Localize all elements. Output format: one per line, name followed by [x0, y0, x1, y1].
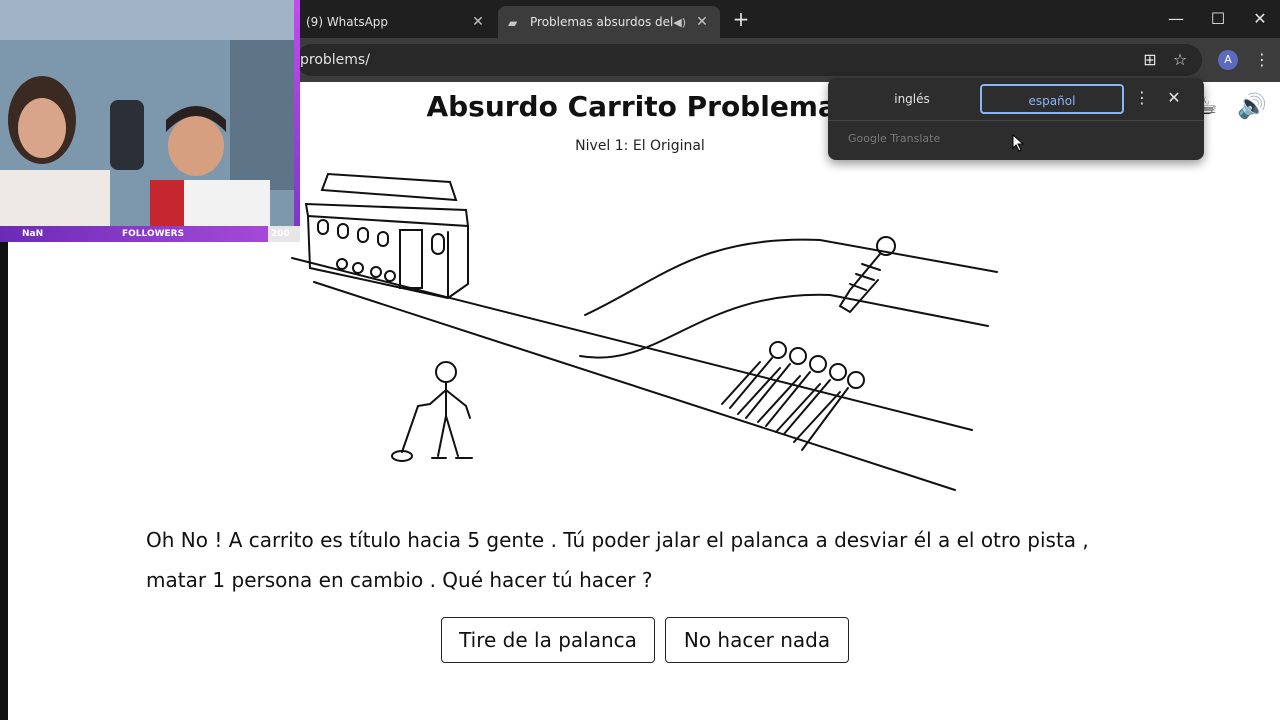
- pull-lever-button[interactable]: Tire de la palanca: [441, 617, 655, 663]
- source-language-tab[interactable]: inglés: [844, 84, 980, 114]
- speaker-icon[interactable]: ◀): [673, 16, 686, 29]
- main-track-rail: [291, 257, 973, 431]
- trolley-illustration: [291, 172, 998, 491]
- close-icon[interactable]: ✕: [694, 14, 710, 30]
- target-language-tab[interactable]: español: [980, 84, 1124, 114]
- trolley-car: [304, 172, 470, 300]
- profile-avatar[interactable]: A: [1218, 50, 1238, 70]
- close-window-button[interactable]: ✕: [1240, 6, 1280, 32]
- close-icon[interactable]: ✕: [470, 14, 486, 30]
- dilemma-question: Oh No ! A carrito es título hacia 5 gent…: [146, 520, 1146, 600]
- address-bar[interactable]: problems/: [296, 44, 1202, 76]
- tab-title: (9) WhatsApp: [306, 15, 389, 29]
- divider: [828, 120, 1204, 121]
- webcam-overlay: [0, 0, 298, 226]
- five-people-main-track: [721, 341, 865, 451]
- tab-whatsapp[interactable]: (9) WhatsApp ✕: [296, 6, 496, 38]
- lever-man: [391, 361, 473, 462]
- translate-icon[interactable]: ⊞: [1138, 48, 1162, 72]
- question-line: Oh No ! A carrito es título hacia 5 gent…: [146, 528, 1089, 552]
- tab-title: Problemas absurdos del tra: [530, 15, 674, 29]
- followers-bar: NaN FOLLOWERS 200: [0, 226, 300, 242]
- new-tab-button[interactable]: +: [730, 8, 752, 30]
- page-icons: ☕ 🔊: [1196, 92, 1267, 120]
- followers-label: FOLLOWERS: [122, 229, 185, 239]
- minimize-button[interactable]: —: [1156, 6, 1196, 32]
- menu-icon[interactable]: ⋮: [1250, 48, 1274, 72]
- mouse-cursor-icon: [1012, 134, 1025, 152]
- tab-trolley-problems[interactable]: ▰ Problemas absurdos del tra ◀) ✕: [498, 6, 720, 38]
- close-icon[interactable]: ✕: [1166, 88, 1182, 107]
- graduation-cap-icon: ▰: [508, 16, 518, 30]
- bookmark-star-icon[interactable]: ☆: [1168, 48, 1192, 72]
- followers-count: 200: [271, 229, 290, 239]
- followers-left-label: NaN: [22, 229, 44, 239]
- side-track-rail: [579, 293, 989, 359]
- url-text: problems/: [300, 52, 370, 68]
- do-nothing-button[interactable]: No hacer nada: [665, 617, 849, 663]
- sound-icon[interactable]: 🔊: [1237, 92, 1267, 120]
- question-line: matar 1 persona en cambio . Qué hacer tú…: [146, 568, 653, 592]
- maximize-button[interactable]: ☐: [1198, 6, 1238, 32]
- overlay-border: [294, 0, 300, 232]
- left-edge-strip: [0, 242, 8, 720]
- side-track-rail: [584, 238, 998, 316]
- translate-brand: Google Translate: [848, 132, 941, 145]
- webcam-feed: [0, 0, 298, 226]
- more-options-icon[interactable]: ⋮: [1134, 88, 1150, 107]
